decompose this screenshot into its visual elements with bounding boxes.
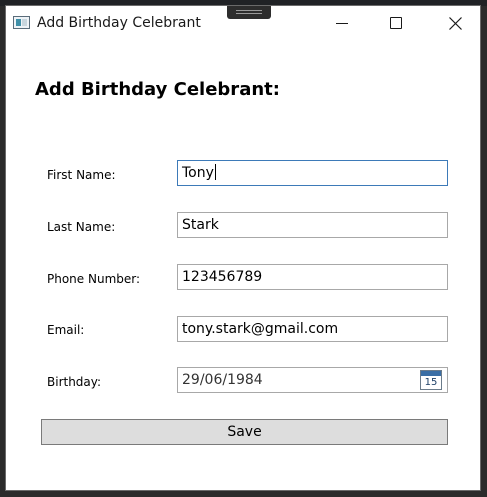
snap-layout-handle[interactable] [227,6,271,19]
birthday-date-picker[interactable]: 29/06/1984 15 [177,367,448,393]
last-name-value: Stark [182,217,219,233]
email-value: tony.stark@gmail.com [182,321,339,337]
phone-number-value: 123456789 [182,269,263,285]
minimize-button[interactable] [319,6,365,40]
text-caret [214,164,216,180]
close-button[interactable] [432,6,478,40]
birthday-value: 29/06/1984 [182,372,263,388]
calendar-icon[interactable]: 15 [420,370,442,390]
close-icon [448,16,462,30]
phone-number-field[interactable]: 123456789 [177,264,448,290]
maximize-icon [390,17,402,29]
calendar-day-number: 15 [424,377,438,388]
email-field[interactable]: tony.stark@gmail.com [177,316,448,342]
email-label: Email: [47,323,85,337]
save-button[interactable]: Save [41,419,448,445]
window-title: Add Birthday Celebrant [37,15,201,31]
app-window-icon [13,16,30,29]
last-name-label: Last Name: [47,220,116,234]
first-name-label: First Name: [47,168,116,182]
app-window: Add Birthday Celebrant Add Birthday Cele… [5,5,481,491]
minimize-icon [336,22,348,24]
maximize-button[interactable] [373,6,419,40]
first-name-field[interactable]: Tony [177,160,448,186]
page-title: Add Birthday Celebrant: [35,79,280,100]
last-name-field[interactable]: Stark [177,212,448,238]
birthday-label: Birthday: [47,375,102,389]
phone-number-label: Phone Number: [47,272,141,286]
first-name-value: Tony [182,165,214,181]
